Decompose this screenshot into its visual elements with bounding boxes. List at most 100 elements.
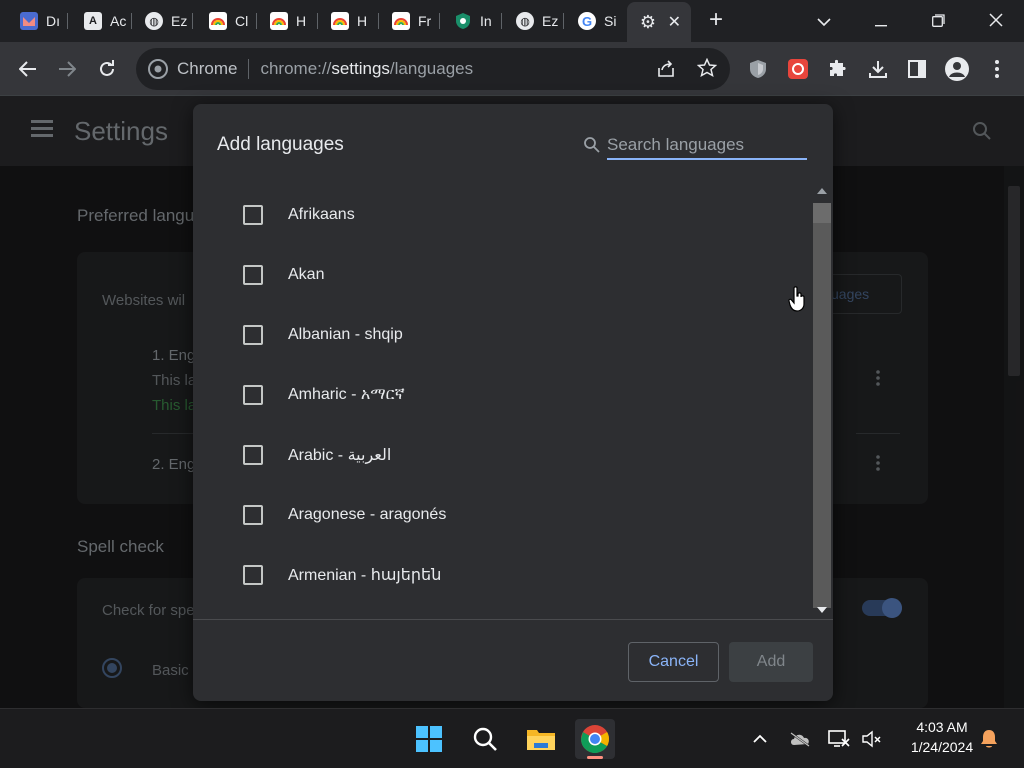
search-box	[583, 132, 809, 160]
rainbow-icon	[209, 12, 227, 30]
language-label: Albanian - shqip	[288, 326, 403, 343]
download-icon	[869, 61, 887, 78]
tray-chevron-up-icon[interactable]	[748, 727, 772, 751]
tab-title: H	[296, 13, 307, 29]
globe-icon: ◍	[516, 12, 534, 30]
language-row-albanian[interactable]: Albanian - shqip	[193, 305, 793, 365]
tab-1[interactable]: Dı	[8, 6, 68, 36]
windows-logo-icon	[416, 726, 442, 752]
kebab-menu-icon	[995, 60, 999, 78]
tab-7[interactable]: Fr	[380, 6, 440, 36]
clock-time[interactable]: 4:03 AM	[900, 719, 984, 735]
share-icon[interactable]	[656, 59, 676, 84]
dialog-scrollbar[interactable]	[813, 183, 831, 619]
rainbow-icon	[392, 12, 410, 30]
search-languages-input[interactable]	[607, 132, 807, 160]
language-row-amharic[interactable]: Amharic - አማርኛ	[193, 365, 793, 425]
minimize-button[interactable]	[866, 6, 896, 36]
language-row-akan[interactable]: Akan	[193, 245, 793, 305]
extension-red-button[interactable]	[784, 55, 812, 83]
language-checkbox[interactable]	[243, 565, 263, 585]
profile-button[interactable]	[943, 55, 971, 83]
language-checkbox[interactable]	[243, 265, 263, 285]
address-bar[interactable]: Chrome chrome://settings/languages	[136, 48, 730, 90]
menu-button[interactable]	[983, 55, 1011, 83]
onedrive-offline-icon[interactable]	[788, 727, 812, 751]
language-label: Arabic - العربية	[288, 447, 392, 464]
language-checkbox[interactable]	[243, 325, 263, 345]
add-button[interactable]: Add	[729, 642, 813, 682]
downloads-button[interactable]	[864, 55, 892, 83]
tab-title: Fr	[418, 13, 432, 29]
language-label: Akan	[288, 266, 325, 283]
shield-icon	[454, 12, 472, 30]
network-icon[interactable]	[827, 727, 851, 751]
puzzle-icon	[830, 59, 846, 76]
tab-4[interactable]: Cl	[197, 6, 257, 36]
forward-arrow-icon	[59, 61, 76, 77]
tab-5[interactable]: H	[258, 6, 318, 36]
app-icon: A	[84, 12, 102, 30]
language-label: Aragonese - aragonés	[288, 506, 447, 523]
language-checkbox[interactable]	[243, 505, 263, 525]
folder-icon	[527, 730, 555, 750]
chrome-icon	[581, 725, 609, 753]
close-window-button[interactable]	[981, 6, 1011, 36]
add-languages-dialog: Add languages Afrikaans Akan Albanian - …	[193, 104, 833, 701]
google-icon: G	[578, 12, 596, 30]
reload-icon	[100, 60, 114, 76]
language-row-afrikaans[interactable]: Afrikaans	[193, 185, 793, 245]
restore-button[interactable]	[923, 6, 953, 36]
volume-muted-icon[interactable]	[860, 727, 884, 751]
forward-button[interactable]	[53, 55, 81, 83]
tab-title: Ez	[542, 13, 559, 29]
tab-strip: Dı A Ac ◍ Ez Cl H H Fr In ◍ Ez G Si ⚙ ✕ …	[0, 0, 1024, 42]
language-row-armenian[interactable]: Armenian - հայերեն	[193, 545, 793, 605]
file-explorer-button[interactable]	[521, 719, 561, 759]
tab-10[interactable]: G Si	[566, 6, 626, 36]
start-button[interactable]	[409, 719, 449, 759]
scroll-up-icon[interactable]	[817, 188, 827, 194]
tab-6[interactable]: H	[319, 6, 379, 36]
language-checkbox[interactable]	[243, 205, 263, 225]
extension-shield-button[interactable]	[744, 55, 772, 83]
language-label: Afrikaans	[288, 206, 355, 223]
chrome-logo-icon	[148, 59, 168, 84]
language-row-arabic[interactable]: Arabic - العربية	[193, 425, 793, 485]
scroll-thumb[interactable]	[813, 203, 831, 223]
reload-button[interactable]	[93, 55, 121, 83]
tab-3[interactable]: ◍ Ez	[133, 6, 193, 36]
extensions-button[interactable]	[824, 55, 852, 83]
new-tab-button[interactable]: +	[703, 8, 729, 34]
side-panel-button[interactable]	[903, 55, 931, 83]
language-checkbox[interactable]	[243, 445, 263, 465]
scroll-down-icon[interactable]	[817, 607, 827, 613]
tab-settings-active[interactable]: ⚙ ✕	[627, 2, 691, 42]
language-list: Afrikaans Akan Albanian - shqip Amharic …	[193, 181, 813, 619]
close-icon	[989, 13, 1003, 27]
language-checkbox[interactable]	[243, 385, 263, 405]
cancel-button[interactable]: Cancel	[628, 642, 719, 682]
bookmark-star-icon[interactable]	[696, 57, 718, 83]
search-icon	[584, 137, 600, 153]
tab-8[interactable]: In	[442, 6, 502, 36]
close-tab-icon[interactable]: ✕	[668, 12, 681, 32]
site-label: Chrome	[177, 59, 238, 78]
clock-date[interactable]: 1/24/2024	[894, 739, 990, 755]
tab-9[interactable]: ◍ Ez	[504, 6, 564, 36]
tab-search-button[interactable]	[809, 6, 839, 36]
tab-2[interactable]: A Ac	[72, 6, 132, 36]
chrome-taskbar-button[interactable]	[575, 719, 615, 759]
dialog-footer: Cancel Add	[193, 619, 833, 701]
back-button[interactable]	[14, 55, 42, 83]
scroll-track[interactable]	[813, 223, 831, 608]
windows-taskbar: 4:03 AM 1/24/2024	[0, 708, 1024, 768]
restore-icon	[931, 14, 945, 27]
dialog-title: Add languages	[217, 134, 344, 155]
language-row-aragonese[interactable]: Aragonese - aragonés	[193, 485, 793, 545]
search-icon	[473, 727, 497, 751]
language-label: Amharic - አማርኛ	[288, 386, 405, 403]
notification-bell-icon[interactable]	[977, 727, 1001, 751]
search-taskbar-button[interactable]	[465, 719, 505, 759]
tab-title: Si	[604, 13, 617, 29]
